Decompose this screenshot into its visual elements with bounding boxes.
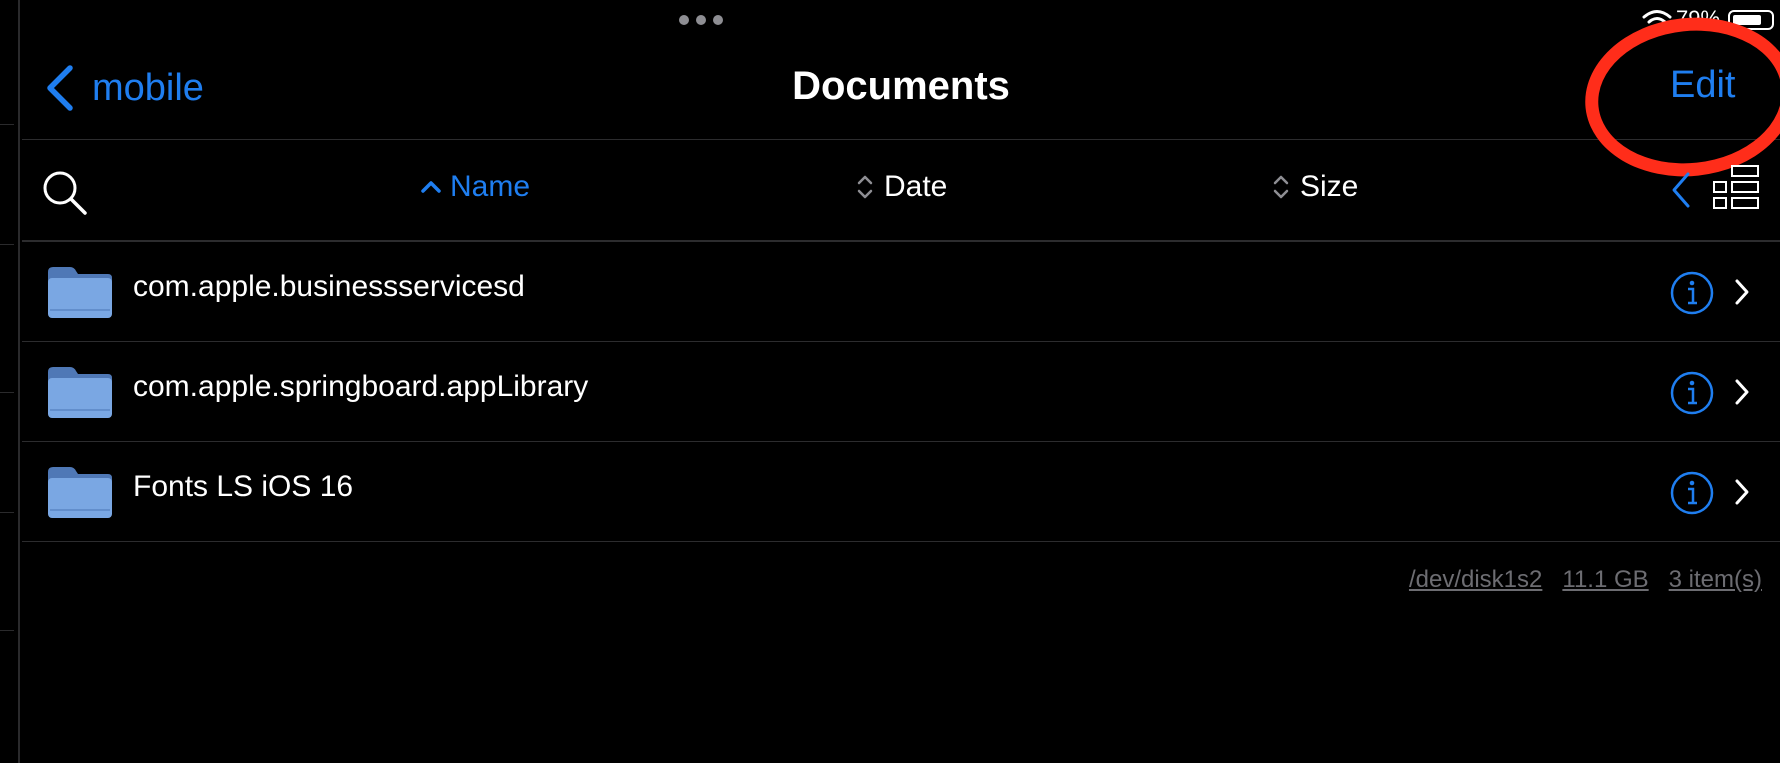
storage-footer: /dev/disk1s2 11.1 GB 3 item(s)	[1409, 566, 1762, 594]
info-icon[interactable]	[1670, 371, 1714, 415]
chevron-left-icon[interactable]	[1670, 170, 1692, 210]
sort-column-label: Name	[450, 170, 531, 203]
status-bar: 79%	[1610, 6, 1780, 34]
sidebar-divider	[0, 244, 14, 245]
dot	[696, 15, 706, 25]
info-icon[interactable]	[1670, 471, 1714, 515]
item-count-link[interactable]: 3 item(s)	[1669, 566, 1762, 594]
multitasking-menu-button[interactable]	[679, 14, 723, 26]
page-title: Documents	[792, 64, 1010, 108]
file-row[interactable]: com.apple.springboard.appLibrary	[22, 342, 1780, 442]
battery-icon	[1728, 10, 1774, 30]
dot	[679, 15, 689, 25]
sidebar-divider	[0, 392, 14, 393]
chevron-right-icon	[1735, 479, 1749, 505]
file-row[interactable]: Fonts LS iOS 16	[22, 442, 1780, 542]
chevron-right-icon	[1735, 279, 1749, 305]
file-name: Fonts LS iOS 16	[133, 470, 354, 503]
sort-bar: Name Date Size	[22, 140, 1780, 242]
sidebar-divider	[0, 512, 14, 513]
navigation-bar: mobile Documents Edit	[22, 44, 1780, 140]
battery-percentage: 79%	[1676, 6, 1721, 31]
sort-updown-icon	[857, 175, 873, 199]
file-row[interactable]: com.apple.businessservicesd	[22, 242, 1780, 342]
folder-icon	[48, 467, 112, 518]
sidebar-edge	[0, 0, 20, 763]
sidebar-divider	[0, 630, 14, 631]
disk-link[interactable]: /dev/disk1s2	[1409, 566, 1542, 594]
file-name: com.apple.businessservicesd	[133, 270, 525, 303]
file-list: com.apple.businessservicesd com.apple.sp…	[22, 242, 1780, 542]
chevron-left-icon	[47, 65, 73, 111]
chevron-up-icon	[421, 181, 441, 193]
back-button-label: mobile	[92, 66, 204, 109]
sidebar-divider	[0, 124, 14, 125]
sort-by-date-button[interactable]: Date	[854, 170, 947, 204]
sort-column-label: Date	[884, 170, 948, 203]
list-view-icon[interactable]	[1712, 164, 1760, 210]
back-button[interactable]: mobile	[44, 60, 204, 116]
folder-icon	[48, 367, 112, 418]
sort-updown-icon	[1273, 175, 1289, 199]
dot	[713, 15, 723, 25]
info-icon[interactable]	[1670, 271, 1714, 315]
file-name: com.apple.springboard.appLibrary	[133, 370, 589, 403]
wifi-icon	[1642, 10, 1672, 31]
chevron-right-icon	[1735, 379, 1749, 405]
free-space-link[interactable]: 11.1 GB	[1562, 566, 1648, 594]
sort-by-size-button[interactable]: Size	[1270, 170, 1358, 204]
sort-by-name-button[interactable]: Name	[420, 170, 530, 204]
search-icon[interactable]	[40, 168, 90, 218]
folder-icon	[48, 267, 112, 318]
file-browser-app: 79% mobile Documents Edit Name Date Size…	[0, 0, 1780, 763]
edit-button[interactable]: Edit	[1670, 64, 1735, 107]
sort-column-label: Size	[1300, 170, 1359, 203]
